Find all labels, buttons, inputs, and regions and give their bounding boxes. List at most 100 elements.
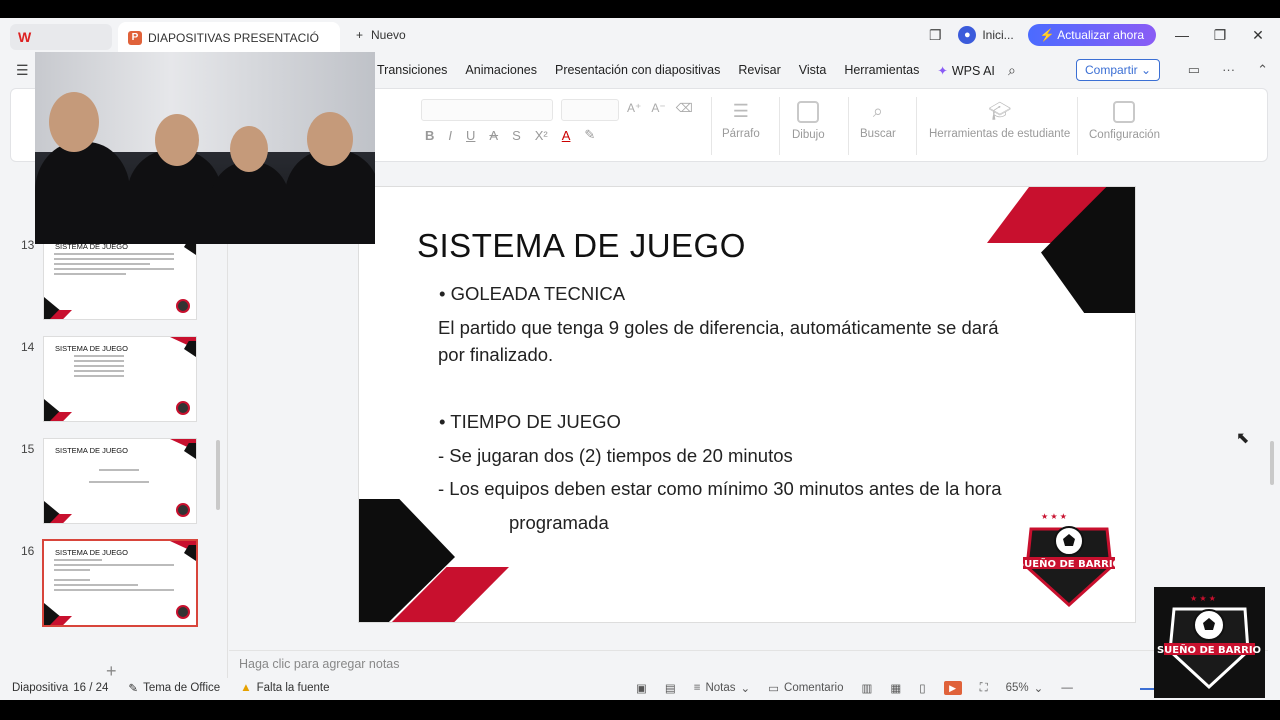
thumb-logo-icon (176, 503, 190, 517)
window-mode-icon[interactable]: ❐ (926, 26, 944, 44)
normal-view-icon[interactable]: ▥ (861, 681, 872, 695)
paragraph-line[interactable]: por finalizado. (438, 344, 553, 366)
play-slideshow-icon[interactable]: ▶ (943, 681, 962, 695)
slide-thumbnail-16[interactable]: SISTEMA DE JUEGO (42, 539, 198, 627)
thumb-number: 16 (21, 544, 35, 558)
settings-group[interactable]: Configuración (1089, 101, 1160, 141)
hamburger-menu-icon[interactable]: ☰ (16, 62, 29, 79)
grid-view-icon[interactable]: ▦ (890, 681, 901, 695)
upgrade-button[interactable]: ⚡ Actualizar ahora (1027, 24, 1156, 46)
wps-home-tab[interactable]: W (10, 24, 112, 50)
tab-presentacion[interactable]: Presentación con diapositivas (555, 63, 720, 78)
zoom-level[interactable]: 65% ⌄ (1006, 681, 1044, 695)
slide-thumbnail-15[interactable]: SISTEMA DE JUEGO (43, 438, 197, 524)
canvas-scrollbar[interactable] (1270, 441, 1274, 485)
highlight-icon[interactable]: ✎ (584, 127, 595, 143)
new-tab-button[interactable]: + Nuevo (356, 28, 406, 42)
title-bar: W P DIAPOSITIVAS PRESENTACIÓ + Nuevo ❐ ●… (0, 18, 1280, 54)
settings-icon (1113, 101, 1136, 123)
increase-font-icon[interactable]: A⁺ (627, 101, 641, 115)
missing-font-warning[interactable]: ▲ Falta la fuente (240, 682, 329, 694)
zoom-out-icon[interactable]: — (1061, 682, 1073, 694)
restore-button[interactable]: ❐ (1208, 27, 1232, 44)
shadow-text-icon[interactable]: S (512, 128, 521, 143)
font-color-icon[interactable]: A (562, 128, 571, 143)
tab-revisar[interactable]: Revisar (738, 63, 780, 78)
close-button[interactable]: ✕ (1246, 27, 1270, 44)
tab-animaciones[interactable]: Animaciones (465, 63, 537, 78)
paragraph-line[interactable]: El partido que tenga 9 goles de diferenc… (438, 317, 999, 339)
share-button[interactable]: Compartir ⌄ (1076, 59, 1161, 81)
notes-toggle[interactable]: ≡ Notas ⌄ (694, 681, 750, 695)
decrease-font-icon[interactable]: A⁻ (651, 101, 665, 115)
font-format-row: B I U A S X² A ✎ (425, 127, 595, 143)
sueno-de-barrio-logo: ★ ★ ★ SUEÑO DE BARRIO (1021, 512, 1117, 608)
comment-toggle[interactable]: ▭ Comentario (768, 681, 843, 695)
fit-window-icon[interactable]: ⛶ (980, 682, 988, 695)
collapse-ribbon-icon[interactable]: ⌃ (1257, 62, 1268, 78)
eraser-icon[interactable]: ⌫ (676, 101, 693, 115)
menu-tabs: Transiciones Animaciones Presentación co… (377, 63, 995, 78)
list-item[interactable]: - Los equipos deben estar como mínimo 30… (438, 478, 1002, 500)
person-silhouette (35, 142, 130, 244)
slide-thumbnail-14[interactable]: SISTEMA DE JUEGO (43, 336, 197, 422)
drawing-group[interactable]: Dibujo (792, 101, 825, 141)
login-button[interactable]: ● Inici... (958, 26, 1014, 44)
slide-counter-label: Diapositiva (12, 682, 69, 694)
bold-icon[interactable]: B (425, 128, 434, 143)
list-item[interactable]: programada (509, 512, 609, 534)
find-group[interactable]: ⌕ Buscar (860, 101, 896, 140)
tab-transiciones[interactable]: Transiciones (377, 63, 447, 78)
tab-herramientas[interactable]: Herramientas (844, 63, 919, 78)
comments-icon[interactable]: ▭ (1188, 62, 1200, 78)
webcam-overlay (35, 52, 375, 244)
missing-font-label: Falta la fuente (256, 682, 330, 694)
thumb-number: 15 (21, 442, 35, 456)
thumb-text-lines (54, 559, 174, 594)
thumb-text-lines (74, 355, 124, 380)
smart-art-icon[interactable]: ▣ (636, 681, 647, 695)
title-bar-right: ❐ ● Inici... ⚡ Actualizar ahora — ❐ ✕ (926, 24, 1270, 46)
lightning-icon: ⚡ (1039, 28, 1055, 42)
strikethrough-icon[interactable]: A (489, 128, 498, 143)
new-tab-label: Nuevo (371, 28, 406, 42)
font-size-dropdown[interactable] (561, 99, 619, 121)
tab-wps-ai[interactable]: ✦ WPS AI (937, 63, 995, 79)
thumbnails-scrollbar[interactable] (216, 440, 220, 510)
status-bar: Diapositiva 16 / 24 ✎ Tema de Office ▲ F… (0, 678, 1280, 700)
ribbon-separator (1077, 97, 1078, 155)
current-slide[interactable]: SISTEMA DE JUEGO • GOLEADA TECNICA El pa… (358, 186, 1136, 623)
italic-icon[interactable]: I (448, 128, 452, 143)
slide-sorter-icon[interactable]: ▤ (665, 681, 676, 695)
document-tab[interactable]: P DIAPOSITIVAS PRESENTACIÓ (118, 22, 340, 54)
thumb-number: 14 (21, 340, 35, 354)
slide-title[interactable]: SISTEMA DE JUEGO (417, 227, 746, 265)
more-icon[interactable]: ··· (1222, 62, 1235, 78)
student-tools-group[interactable]: 🎓︎ Herramientas de estudiante (929, 101, 1070, 140)
status-right: ▣ ▤ ≡ Notas ⌄ ▭ Comentario ▥ ▦ ▯ ▶ ⛶ 65%… (636, 681, 1073, 695)
superscript-icon[interactable]: X² (535, 128, 548, 143)
reading-view-icon[interactable]: ▯ (919, 681, 925, 695)
settings-label: Configuración (1089, 129, 1160, 141)
font-family-dropdown[interactable] (421, 99, 553, 121)
notes-pane[interactable]: Haga clic para agregar notas (229, 650, 1268, 678)
search-icon[interactable]: ⌕ (1008, 62, 1016, 79)
tab-vista[interactable]: Vista (799, 63, 827, 78)
bullet-goleada[interactable]: • GOLEADA TECNICA (439, 283, 625, 305)
thumb-logo-icon (176, 299, 190, 313)
list-item[interactable]: - Se jugaran dos (2) tiempos de 20 minut… (438, 445, 793, 467)
bullet-tiempo[interactable]: • TIEMPO DE JUEGO (439, 411, 621, 433)
graduation-cap-icon: 🎓︎ (988, 101, 1012, 121)
theme-button[interactable]: ✎ Tema de Office (128, 681, 220, 695)
student-tools-label: Herramientas de estudiante (929, 128, 1071, 140)
thumb-text-lines (54, 253, 174, 278)
slide-thumbnail-13[interactable]: SISTEMA DE JUEGO (43, 234, 197, 320)
paragraph-group[interactable]: ☰ Párrafo (722, 101, 760, 140)
document-tab-label: DIAPOSITIVAS PRESENTACIÓ (148, 31, 319, 45)
minimize-button[interactable]: — (1170, 27, 1194, 43)
ribbon-separator (779, 97, 780, 155)
notes-toggle-label: Notas (705, 682, 736, 694)
underline-icon[interactable]: U (466, 128, 475, 143)
font-controls (421, 99, 621, 121)
mouse-cursor-icon: ⬉ (1236, 430, 1250, 447)
